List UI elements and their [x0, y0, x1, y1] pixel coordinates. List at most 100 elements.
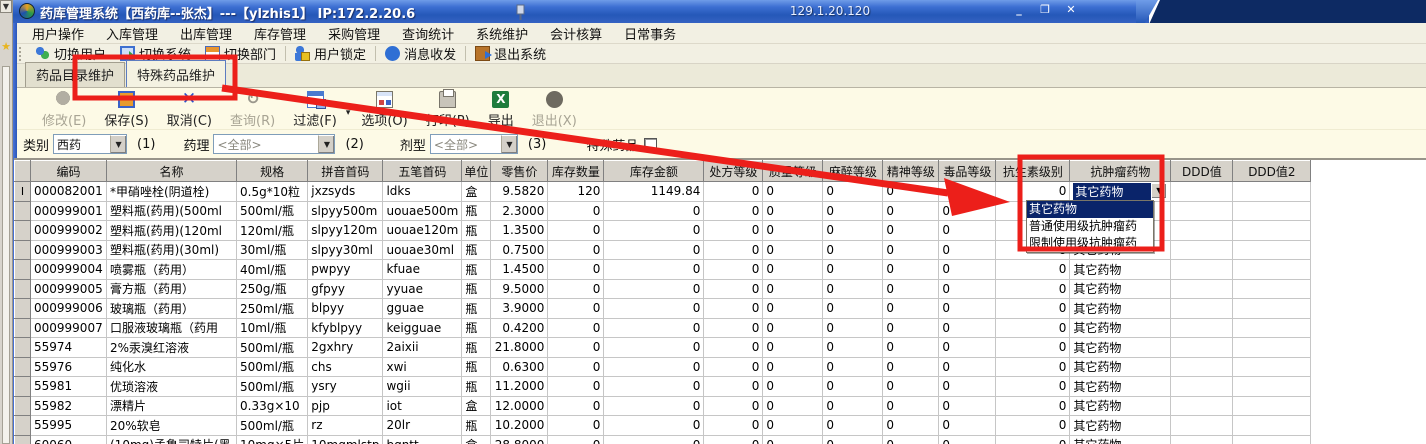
close-button[interactable]: ✕	[1062, 3, 1080, 18]
cell-零售价[interactable]: 9.5820	[490, 181, 549, 202]
cell-库存金额[interactable]: 0	[603, 337, 705, 358]
quickbar-button-退出系统[interactable]: 退出系统	[468, 45, 553, 63]
column-header-五笔首码[interactable]: 五笔首码	[382, 160, 463, 182]
cell-DDD值[interactable]	[1170, 434, 1234, 444]
cell-五笔首码[interactable]: uouae500m	[382, 200, 463, 221]
cell-库存数量[interactable]: 0	[547, 434, 605, 444]
special-drug-checkbox[interactable]	[644, 137, 658, 151]
menu-item-采购管理[interactable]: 采购管理	[317, 24, 391, 43]
cell-库存数量[interactable]: 0	[547, 395, 605, 416]
cell-拼音首码[interactable]: rz	[307, 415, 384, 436]
cell-处方等级[interactable]: 0	[703, 278, 764, 299]
cell-库存数量[interactable]: 0	[547, 337, 605, 358]
cell-DDD值2[interactable]	[1232, 259, 1312, 280]
cell-毒品等级[interactable]: 0	[938, 298, 997, 319]
row-selector[interactable]	[14, 220, 31, 241]
cell-质量等级[interactable]: 0	[762, 200, 824, 221]
column-header-DDD值[interactable]: DDD值	[1170, 160, 1234, 182]
cell-规格[interactable]: 500ml/瓶	[235, 356, 309, 377]
menu-item-日常事务[interactable]: 日常事务	[613, 24, 687, 43]
cell-单位[interactable]: 瓶	[461, 337, 492, 358]
cell-DDD值[interactable]	[1170, 278, 1234, 299]
cell-五笔首码[interactable]: xwi	[382, 356, 463, 377]
row-selector[interactable]	[14, 278, 31, 299]
cell-DDD值[interactable]	[1170, 356, 1234, 377]
cell-毒品等级[interactable]: 0	[938, 220, 997, 241]
cell-名称[interactable]: 2%汞溴红溶液	[106, 337, 237, 358]
cell-五笔首码[interactable]: uouae30ml	[382, 239, 463, 260]
cell-编码[interactable]: 55982	[30, 395, 107, 416]
anti-tumor-cell-combobox[interactable]: 其它药物 ▼	[1073, 182, 1168, 200]
row-selector[interactable]	[14, 317, 31, 338]
chevron-down-icon[interactable]: ▼	[110, 135, 127, 153]
cell-拼音首码[interactable]: 2gxhry	[307, 337, 384, 358]
cell-质量等级[interactable]: 0	[762, 220, 824, 241]
cell-抗生素级别[interactable]: 0	[995, 337, 1071, 358]
row-selector[interactable]	[14, 239, 31, 260]
cell-精神等级[interactable]: 0	[882, 356, 940, 377]
cell-抗生素级别[interactable]: 0	[995, 317, 1071, 338]
cell-精神等级[interactable]: 0	[882, 337, 940, 358]
cell-库存数量[interactable]: 0	[547, 415, 605, 436]
cell-五笔首码[interactable]: wgii	[382, 376, 463, 397]
cell-规格[interactable]: 30ml/瓶	[235, 239, 309, 260]
cell-DDD值2[interactable]	[1232, 181, 1312, 202]
cell-DDD值[interactable]	[1170, 259, 1234, 280]
column-header-处方等级[interactable]: 处方等级	[703, 160, 764, 182]
column-header-毒品等级[interactable]: 毒品等级	[938, 160, 997, 182]
table-row[interactable]: 55982 漂精片 0.33g×10 pjp iot 盒 12.0000 0 0 0 0 0 0 0 0 其它…	[14, 395, 1312, 416]
cell-抗肿瘤药物[interactable]: 其它药物	[1069, 356, 1172, 377]
cell-麻醉等级[interactable]: 0	[822, 434, 884, 444]
cell-DDD值[interactable]	[1170, 200, 1234, 221]
cell-毒品等级[interactable]: 0	[938, 376, 997, 397]
cell-麻醉等级[interactable]: 0	[822, 200, 884, 221]
column-header-抗肿瘤药物[interactable]: 抗肿瘤药物	[1069, 160, 1172, 182]
cell-库存金额[interactable]: 1149.84	[603, 181, 705, 202]
cell-麻醉等级[interactable]: 0	[822, 337, 884, 358]
cell-精神等级[interactable]: 0	[882, 259, 940, 280]
cell-拼音首码[interactable]: slpyy120m	[307, 220, 384, 241]
toolbar-button-过滤(F)[interactable]: 过滤(F)	[284, 88, 346, 129]
cell-质量等级[interactable]: 0	[762, 317, 824, 338]
table-row[interactable]: 000999007 口服液玻璃瓶（药用 10ml/瓶 kfyblpyy keigguae…	[14, 317, 1312, 338]
cell-毒品等级[interactable]: 0	[938, 356, 997, 377]
cell-麻醉等级[interactable]: 0	[822, 317, 884, 338]
cell-零售价[interactable]: 28.8000	[490, 434, 549, 444]
cell-DDD值[interactable]	[1170, 239, 1234, 260]
cell-拼音首码[interactable]: jxzsyds	[307, 181, 384, 202]
cell-抗肿瘤药物[interactable]: 其它药物	[1069, 278, 1172, 299]
cell-抗肿瘤药物[interactable]: 其它药物	[1069, 395, 1172, 416]
cell-DDD值[interactable]	[1170, 395, 1234, 416]
toolbar-button-取消(C)[interactable]: 取消(C)	[158, 88, 221, 129]
cell-零售价[interactable]: 0.4200	[490, 317, 549, 338]
cell-抗生素级别[interactable]: 0	[995, 259, 1071, 280]
table-row[interactable]: 60060(10mg)孟鲁司特片(黑10mg×5片10mgmlstpbqntt盒…	[14, 434, 1312, 444]
chevron-down-icon[interactable]: ▼	[1151, 183, 1168, 200]
cell-单位[interactable]: 瓶	[461, 200, 492, 221]
cell-库存数量[interactable]: 0	[547, 298, 605, 319]
cell-质量等级[interactable]: 0	[762, 298, 824, 319]
chevron-down-icon[interactable]: ▾	[346, 108, 351, 118]
column-header-精神等级[interactable]: 精神等级	[882, 160, 940, 182]
cell-麻醉等级[interactable]: 0	[822, 278, 884, 299]
cell-名称[interactable]: 玻璃瓶（药用）	[106, 298, 237, 319]
cell-毒品等级[interactable]: 0	[938, 337, 997, 358]
menu-item-出库管理[interactable]: 出库管理	[169, 24, 243, 43]
cell-编码[interactable]: 55981	[30, 376, 107, 397]
cell-精神等级[interactable]: 0	[882, 239, 940, 260]
cell-抗肿瘤药物[interactable]: 其它药物 ▼	[1069, 181, 1172, 202]
cell-库存数量[interactable]: 0	[547, 278, 605, 299]
cell-处方等级[interactable]: 0	[703, 317, 764, 338]
cell-编码[interactable]: 55976	[30, 356, 107, 377]
cell-DDD值2[interactable]	[1232, 337, 1312, 358]
row-selector[interactable]	[14, 337, 31, 358]
column-header-麻醉等级[interactable]: 麻醉等级	[822, 160, 884, 182]
cell-DDD值[interactable]	[1170, 317, 1234, 338]
cell-规格[interactable]: 250ml/瓶	[235, 298, 309, 319]
cell-规格[interactable]: 10mg×5片	[235, 434, 309, 444]
cell-质量等级[interactable]: 0	[762, 395, 824, 416]
column-header-编码[interactable]: 编码	[30, 160, 107, 182]
tab-药品目录维护[interactable]: 药品目录维护	[25, 62, 126, 87]
cell-规格[interactable]: 500ml/瓶	[235, 415, 309, 436]
cell-精神等级[interactable]: 0	[882, 298, 940, 319]
